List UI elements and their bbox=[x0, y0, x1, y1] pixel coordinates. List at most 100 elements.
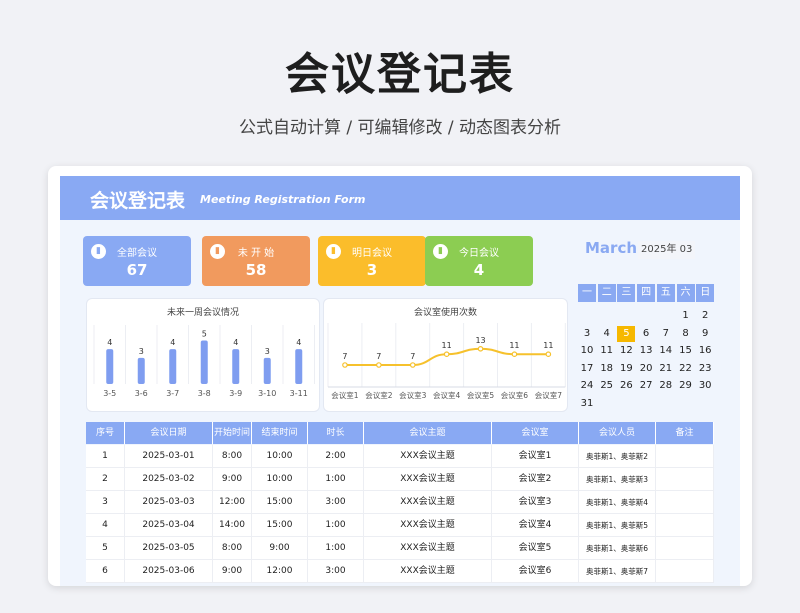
table-header-cell: 序号 bbox=[86, 422, 125, 444]
hero-title: 会议登记表 bbox=[285, 49, 515, 100]
calendar-day[interactable]: 8 bbox=[677, 326, 695, 342]
table-cell[interactable]: 2025-03-01 bbox=[125, 445, 213, 468]
table-cell[interactable]: 1:00 bbox=[308, 468, 364, 491]
calendar-day[interactable]: 29 bbox=[677, 378, 695, 394]
table-cell[interactable]: 1 bbox=[86, 445, 125, 468]
table-cell[interactable]: 5 bbox=[86, 537, 125, 560]
calendar-day[interactable]: 3 bbox=[578, 326, 596, 342]
table-cell[interactable]: 2 bbox=[86, 468, 125, 491]
table-cell[interactable] bbox=[656, 468, 714, 491]
table-cell[interactable]: 奥菲斯1、奥菲斯6 bbox=[579, 537, 656, 560]
calendar-day[interactable]: 10 bbox=[578, 343, 596, 359]
stat-card[interactable]: ▮ 未 开 始 58 bbox=[202, 236, 310, 286]
table-cell[interactable]: 会议室3 bbox=[492, 491, 579, 514]
calendar-day[interactable]: 15 bbox=[677, 343, 695, 359]
table-cell[interactable]: 2025-03-05 bbox=[125, 537, 213, 560]
table-cell[interactable]: XXX会议主题 bbox=[364, 491, 492, 514]
calendar-day[interactable]: 9 bbox=[696, 326, 714, 342]
table-cell[interactable]: 3:00 bbox=[308, 491, 364, 514]
table-cell[interactable]: 9:00 bbox=[213, 560, 252, 583]
table-cell[interactable]: XXX会议主题 bbox=[364, 468, 492, 491]
calendar-day[interactable]: 21 bbox=[657, 361, 675, 377]
calendar-day[interactable]: 25 bbox=[598, 378, 616, 394]
stat-card[interactable]: ▮ 全部会议 67 bbox=[83, 236, 191, 286]
weekly-chart: 4 3-5 3 3-6 4 3-7 5 3-8 4 3-9 3 3-10 4 3-11 bbox=[93, 325, 315, 398]
calendar-day[interactable]: 4 bbox=[598, 326, 616, 342]
table-cell[interactable] bbox=[656, 560, 714, 583]
data-point bbox=[545, 351, 552, 358]
calendar-day[interactable]: 16 bbox=[696, 343, 714, 359]
table-cell[interactable]: 12:00 bbox=[213, 491, 252, 514]
table-cell[interactable]: 奥菲斯1、奥菲斯7 bbox=[579, 560, 656, 583]
bar bbox=[295, 349, 303, 384]
table-cell[interactable]: 10:00 bbox=[252, 445, 308, 468]
table-cell[interactable]: 10:00 bbox=[252, 468, 308, 491]
stat-card[interactable]: ▮ 今日会议 4 bbox=[425, 236, 533, 286]
table-cell[interactable]: 8:00 bbox=[213, 445, 252, 468]
stat-card[interactable]: ▮ 明日会议 3 bbox=[318, 236, 426, 286]
table-cell[interactable] bbox=[656, 445, 714, 468]
calendar-day[interactable]: 30 bbox=[696, 378, 714, 394]
data-label: 3 bbox=[265, 347, 270, 356]
calendar-day[interactable]: 5 bbox=[617, 325, 636, 342]
table-cell[interactable]: XXX会议主题 bbox=[364, 445, 492, 468]
table-cell[interactable]: 3 bbox=[86, 491, 125, 514]
calendar-year-select[interactable]: 2025年 03 bbox=[638, 241, 696, 259]
calendar-day[interactable]: 19 bbox=[617, 361, 635, 377]
table-cell[interactable]: 14:00 bbox=[213, 514, 252, 537]
table-cell[interactable]: 奥菲斯1、奥菲斯3 bbox=[579, 468, 656, 491]
calendar-day[interactable]: 1 bbox=[677, 308, 695, 324]
table-cell[interactable]: 3:00 bbox=[308, 560, 364, 583]
table-cell[interactable]: 9:00 bbox=[252, 537, 308, 560]
calendar-day[interactable]: 7 bbox=[657, 326, 675, 342]
calendar-day[interactable]: 14 bbox=[657, 343, 675, 359]
calendar-day[interactable]: 27 bbox=[637, 378, 655, 394]
table-cell[interactable]: 奥菲斯1、奥菲斯2 bbox=[579, 445, 656, 468]
table-cell[interactable] bbox=[656, 491, 714, 514]
calendar-day[interactable]: 22 bbox=[677, 361, 695, 377]
calendar-day[interactable]: 11 bbox=[598, 343, 616, 359]
table-cell[interactable]: 2025-03-02 bbox=[125, 468, 213, 491]
table-cell[interactable]: 2025-03-03 bbox=[125, 491, 213, 514]
tick-label: 3-8 bbox=[198, 389, 211, 398]
table-cell[interactable]: 奥菲斯1、奥菲斯5 bbox=[579, 514, 656, 537]
calendar-day[interactable]: 26 bbox=[617, 378, 635, 394]
table-cell[interactable]: 会议室1 bbox=[492, 445, 579, 468]
table-cell[interactable]: 会议室5 bbox=[492, 537, 579, 560]
table-cell[interactable]: 4 bbox=[86, 514, 125, 537]
table-cell[interactable]: 会议室2 bbox=[492, 468, 579, 491]
table-cell[interactable]: 2025-03-06 bbox=[125, 560, 213, 583]
calendar-day[interactable]: 17 bbox=[578, 361, 596, 377]
table-cell[interactable] bbox=[656, 537, 714, 560]
calendar-day[interactable]: 20 bbox=[637, 361, 655, 377]
table-cell[interactable]: 2025-03-04 bbox=[125, 514, 213, 537]
table-cell[interactable]: 8:00 bbox=[213, 537, 252, 560]
table-cell[interactable] bbox=[656, 514, 714, 537]
table-cell[interactable]: 12:00 bbox=[252, 560, 308, 583]
table-cell[interactable]: 9:00 bbox=[213, 468, 252, 491]
calendar-weekday: 日 bbox=[696, 284, 715, 302]
table-cell[interactable]: XXX会议主题 bbox=[364, 537, 492, 560]
calendar-day[interactable]: 31 bbox=[578, 396, 596, 412]
table-cell[interactable]: 会议室6 bbox=[492, 560, 579, 583]
calendar-day[interactable]: 12 bbox=[617, 343, 635, 359]
table-cell[interactable]: 会议室4 bbox=[492, 514, 579, 537]
table-cell[interactable]: 2:00 bbox=[308, 445, 364, 468]
table-cell[interactable]: 奥菲斯1、奥菲斯4 bbox=[579, 491, 656, 514]
calendar-day[interactable]: 24 bbox=[578, 378, 596, 394]
table-header-cell: 结束时间 bbox=[252, 422, 308, 444]
table-cell[interactable]: 15:00 bbox=[252, 491, 308, 514]
table-cell[interactable]: XXX会议主题 bbox=[364, 560, 492, 583]
calendar-day[interactable]: 23 bbox=[696, 361, 714, 377]
table-cell[interactable]: 1:00 bbox=[308, 537, 364, 560]
calendar-day[interactable]: 28 bbox=[657, 378, 675, 394]
calendar-day[interactable]: 6 bbox=[637, 326, 655, 342]
table-cell[interactable]: 1:00 bbox=[308, 514, 364, 537]
calendar-weekday: 二 bbox=[597, 284, 616, 302]
table-cell[interactable]: XXX会议主题 bbox=[364, 514, 492, 537]
calendar-day[interactable]: 18 bbox=[598, 361, 616, 377]
table-cell[interactable]: 15:00 bbox=[252, 514, 308, 537]
calendar-day[interactable]: 2 bbox=[696, 308, 714, 324]
calendar-day[interactable]: 13 bbox=[637, 343, 655, 359]
table-cell[interactable]: 6 bbox=[86, 560, 125, 583]
